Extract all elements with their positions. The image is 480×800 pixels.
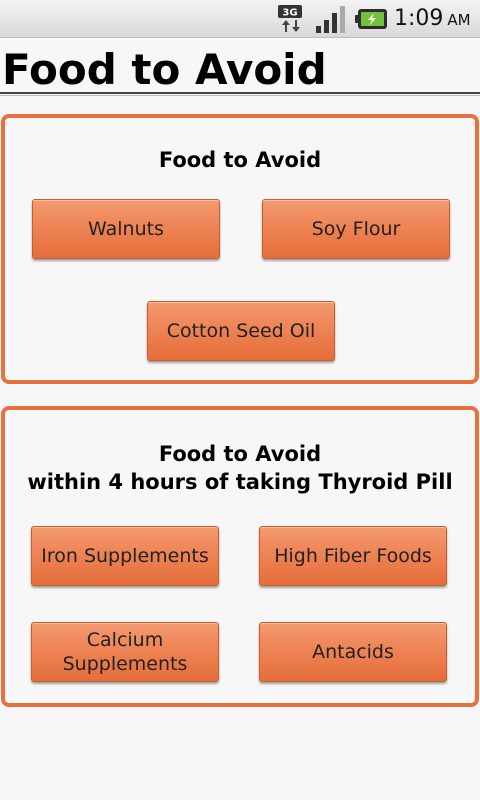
calcium-supplements-button[interactable]: Calcium Supplements: [31, 622, 219, 682]
thyroid-heading-line1: Food to Avoid: [158, 442, 322, 466]
soy-flour-button[interactable]: Soy Flour: [262, 199, 450, 259]
signal-strength-icon: [316, 6, 345, 33]
antacids-button[interactable]: Antacids: [259, 622, 447, 682]
network-3g-icon: 3G: [278, 5, 302, 32]
status-bar: 3G 1:09 AM: [0, 0, 480, 38]
thyroid-heading-line2: within 4 hours of taking Thyroid Pill: [27, 470, 453, 494]
clock-time: 1:09: [394, 6, 444, 31]
page-title: Food to Avoid: [2, 45, 327, 94]
high-fiber-foods-button[interactable]: High Fiber Foods: [259, 526, 447, 586]
general-foods-heading: Food to Avoid: [158, 148, 322, 172]
cotton-seed-oil-button[interactable]: Cotton Seed Oil: [147, 301, 335, 361]
general-foods-panel: Food to Avoid Walnuts Soy Flour Cotton S…: [1, 114, 479, 384]
walnuts-button[interactable]: Walnuts: [32, 199, 220, 259]
thyroid-foods-heading: Food to Avoid within 4 hours of taking T…: [5, 440, 475, 496]
clock-ampm: AM: [447, 11, 471, 29]
battery-charging-icon: [355, 9, 387, 29]
network-label: 3G: [282, 8, 297, 19]
title-divider: [0, 92, 480, 94]
thyroid-foods-panel: Food to Avoid within 4 hours of taking T…: [1, 406, 479, 707]
status-clock: 1:09 AM: [394, 5, 471, 34]
iron-supplements-button[interactable]: Iron Supplements: [31, 526, 219, 586]
title-divider-shadow: [0, 95, 480, 96]
